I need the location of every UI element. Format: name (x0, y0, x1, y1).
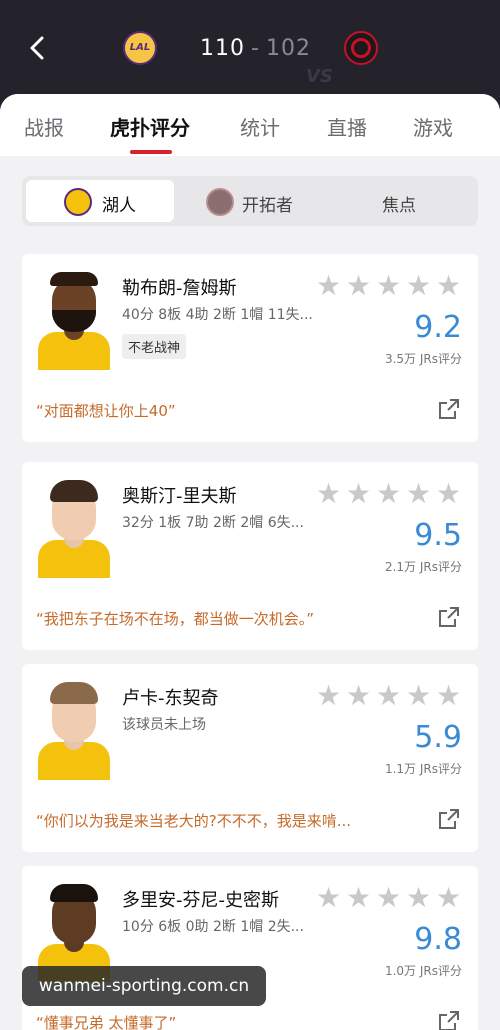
top-comment[interactable]: “懂事兄弟 太懂事了” (36, 1012, 406, 1030)
top-comment[interactable]: “我把东子在场不在场，都当做一次机会。” (36, 608, 406, 629)
game-score: 110-102 (200, 36, 311, 61)
player-name: 奥斯汀-里夫斯 (122, 486, 237, 507)
star-icon[interactable]: ★ (376, 480, 403, 508)
player-avatar (36, 682, 112, 780)
player-rating: 5.9 (414, 720, 462, 755)
star-icon[interactable]: ★ (406, 884, 433, 912)
player-rating: 9.2 (414, 310, 462, 345)
rating-stars[interactable]: ★ ★ ★ ★ ★ (316, 682, 466, 710)
player-tag: 不老战神 (122, 334, 187, 359)
tab-live[interactable]: 直播 (327, 112, 367, 141)
lakers-logo: LAL (123, 31, 157, 65)
star-icon[interactable]: ★ (316, 272, 343, 300)
rating-votes: 1.1万 JRs评分 (384, 762, 462, 776)
star-icon[interactable]: ★ (436, 480, 463, 508)
tab-hupu-rating[interactable]: 虎扑评分 (110, 112, 190, 141)
star-icon[interactable]: ★ (316, 884, 343, 912)
trail-blazers-logo (344, 31, 378, 65)
score-separator: - (251, 36, 260, 61)
site-watermark: wanmei-sporting.com.cn (22, 966, 266, 1006)
team-segment-control: 湖人 开拓者 焦点 (22, 176, 478, 226)
active-tab-indicator (130, 150, 172, 154)
segment-focus-label: 焦点 (382, 196, 416, 216)
star-icon[interactable]: ★ (346, 884, 373, 912)
player-card[interactable]: 勒布朗-詹姆斯 40分 8板 4助 2断 1帽 11失... 不老战神 ★ ★ … (22, 254, 478, 442)
player-rating: 9.5 (414, 518, 462, 553)
star-icon[interactable]: ★ (346, 272, 373, 300)
tab-bar: 战报 虎扑评分 统计 直播 游戏 (0, 94, 500, 156)
tab-stats[interactable]: 统计 (240, 112, 280, 141)
player-name: 多里安-芬尼-史密斯 (122, 890, 279, 911)
player-avatar (36, 480, 112, 578)
star-icon[interactable]: ★ (436, 272, 463, 300)
segment-lakers-label: 湖人 (102, 196, 136, 216)
star-icon[interactable]: ★ (316, 682, 343, 710)
share-icon[interactable] (438, 398, 460, 420)
player-stats: 32分 1板 7助 2断 2帽 6失... (122, 515, 304, 531)
tab-games[interactable]: 游戏 (413, 112, 453, 141)
star-icon[interactable]: ★ (316, 480, 343, 508)
rating-votes: 2.1万 JRs评分 (384, 560, 462, 574)
player-stats: 该球员未上场 (122, 717, 206, 733)
rating-votes: 3.5万 JRs评分 (384, 352, 462, 366)
player-rating: 9.8 (414, 922, 462, 957)
home-score: 110 (200, 36, 245, 61)
away-score: 102 (265, 36, 311, 61)
player-name: 勒布朗-詹姆斯 (122, 278, 237, 299)
star-icon[interactable]: ★ (346, 480, 373, 508)
player-stats: 40分 8板 4助 2断 1帽 11失... (122, 307, 313, 323)
segment-lakers[interactable]: 湖人 (26, 180, 174, 222)
segment-trail-blazers[interactable]: 开拓者 (178, 180, 326, 222)
share-icon[interactable] (438, 606, 460, 628)
rating-stars[interactable]: ★ ★ ★ ★ ★ (316, 272, 466, 300)
star-icon[interactable]: ★ (376, 682, 403, 710)
rating-stars[interactable]: ★ ★ ★ ★ ★ (316, 884, 466, 912)
segment-trail-blazers-label: 开拓者 (242, 196, 293, 216)
back-arrow-icon[interactable] (24, 34, 52, 62)
player-stats: 10分 6板 0助 2断 1帽 2失... (122, 919, 304, 935)
rating-stars[interactable]: ★ ★ ★ ★ ★ (316, 480, 466, 508)
rating-votes: 1.0万 JRs评分 (384, 964, 462, 978)
tab-report[interactable]: 战报 (24, 112, 64, 141)
player-card[interactable]: 卢卡-东契奇 该球员未上场 ★ ★ ★ ★ ★ 5.9 1.1万 JRs评分 “… (22, 664, 478, 852)
vs-watermark: VS (306, 66, 333, 87)
star-icon[interactable]: ★ (436, 682, 463, 710)
top-comment[interactable]: “对面都想让你上40” (36, 400, 406, 421)
segment-focus[interactable]: 焦点 (326, 180, 474, 222)
content-sheet: 战报 虎扑评分 统计 直播 游戏 湖人 开拓者 焦点 勒布朗-詹姆斯 40分 8… (0, 94, 500, 1030)
star-icon[interactable]: ★ (376, 884, 403, 912)
share-icon[interactable] (438, 808, 460, 830)
star-icon[interactable]: ★ (346, 682, 373, 710)
star-icon[interactable]: ★ (406, 272, 433, 300)
top-comment[interactable]: “你们以为我是来当老大的?不不不，我是来啃... (36, 810, 406, 831)
star-icon[interactable]: ★ (406, 480, 433, 508)
star-icon[interactable]: ★ (376, 272, 403, 300)
player-avatar (36, 272, 112, 370)
share-icon[interactable] (438, 1010, 460, 1030)
player-name: 卢卡-东契奇 (122, 688, 219, 709)
star-icon[interactable]: ★ (406, 682, 433, 710)
lakers-mini-logo (64, 188, 92, 216)
trail-blazers-mini-logo (206, 188, 234, 216)
player-card[interactable]: 奥斯汀-里夫斯 32分 1板 7助 2断 2帽 6失... ★ ★ ★ ★ ★ … (22, 462, 478, 650)
star-icon[interactable]: ★ (436, 884, 463, 912)
